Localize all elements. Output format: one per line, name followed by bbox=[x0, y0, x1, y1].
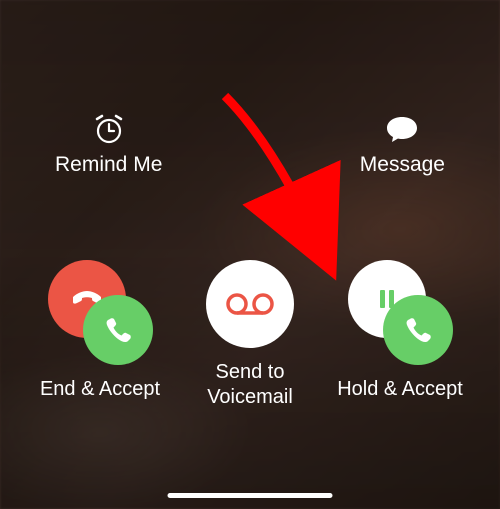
hold-accept-icon-stack bbox=[348, 260, 453, 365]
message-button[interactable]: Message bbox=[360, 115, 445, 177]
send-to-voicemail-button[interactable]: Send to Voicemail bbox=[180, 260, 320, 410]
message-label: Message bbox=[360, 153, 445, 177]
accept-circle-icon bbox=[383, 295, 453, 365]
end-accept-label: End & Accept bbox=[40, 377, 160, 402]
end-accept-icon-stack bbox=[48, 260, 153, 365]
alarm-clock-icon bbox=[89, 115, 129, 143]
speech-bubble-icon bbox=[382, 115, 422, 143]
remind-me-button[interactable]: Remind Me bbox=[55, 115, 162, 177]
voicemail-icon-wrap bbox=[206, 260, 294, 348]
blurred-background bbox=[0, 0, 500, 509]
voicemail-icon bbox=[225, 291, 275, 317]
home-indicator[interactable] bbox=[168, 493, 333, 498]
voicemail-label: Send to Voicemail bbox=[207, 360, 293, 410]
end-and-accept-button[interactable]: End & Accept bbox=[30, 260, 170, 410]
remind-me-label: Remind Me bbox=[55, 153, 162, 177]
voicemail-circle bbox=[206, 260, 294, 348]
primary-actions-row: End & Accept Send to Voicemail bbox=[0, 260, 500, 410]
secondary-actions-row: Remind Me Message bbox=[0, 115, 500, 177]
hold-and-accept-button[interactable]: Hold & Accept bbox=[330, 260, 470, 410]
accept-circle-icon bbox=[83, 295, 153, 365]
hold-accept-label: Hold & Accept bbox=[337, 377, 463, 402]
